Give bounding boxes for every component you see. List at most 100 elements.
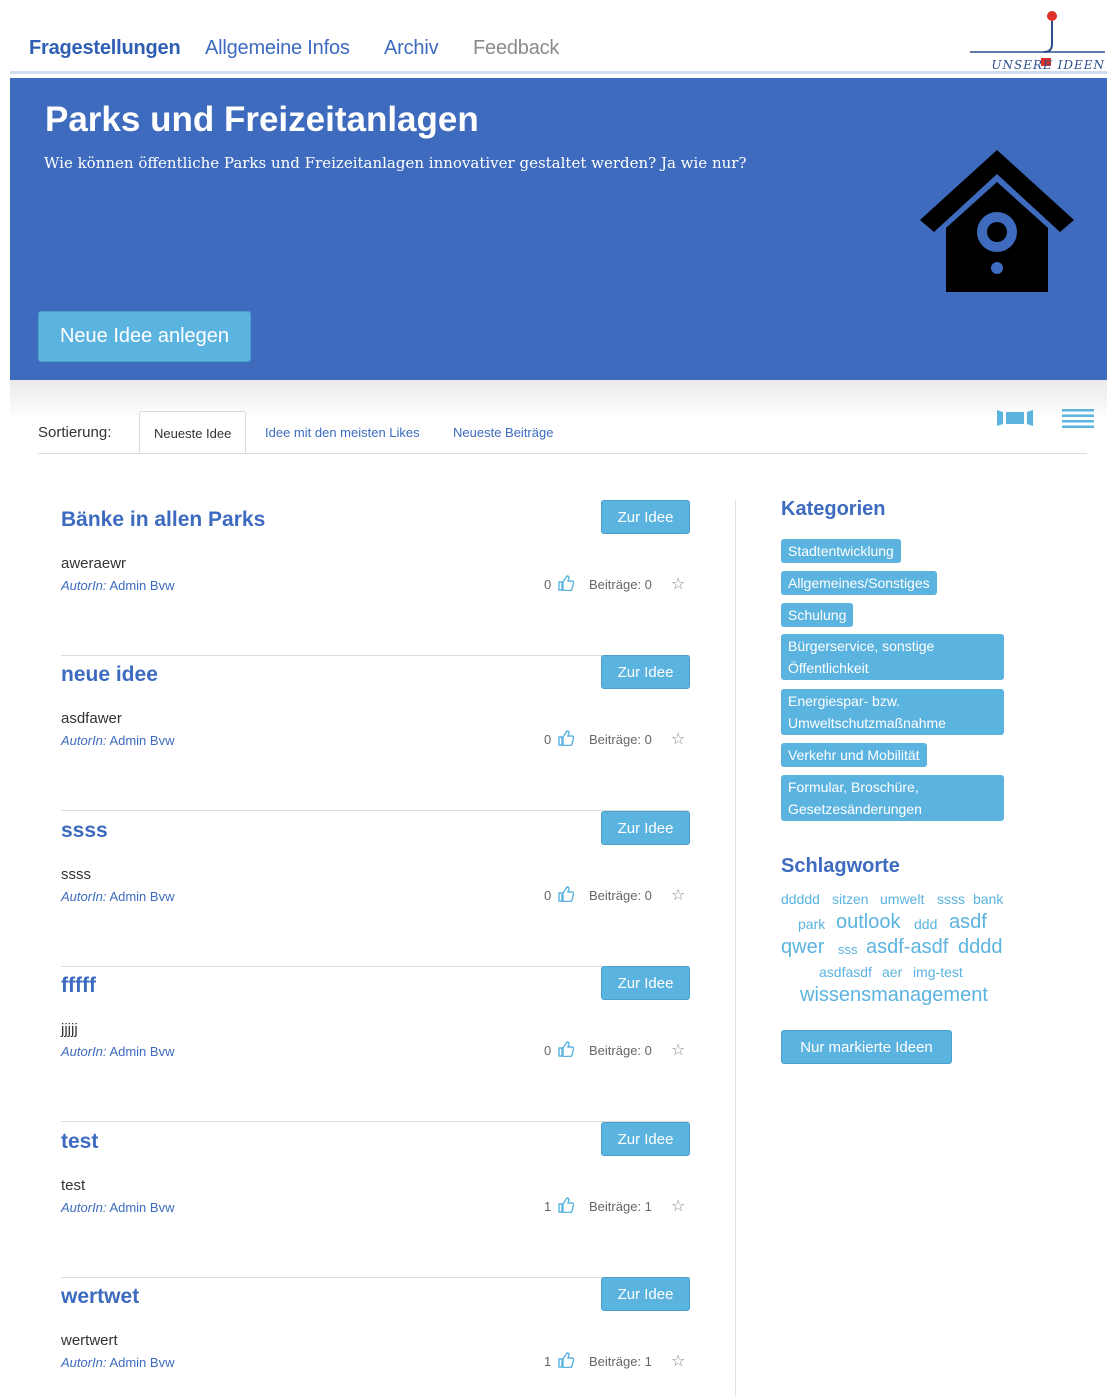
idea-description: aweraewr bbox=[61, 555, 127, 572]
tag-wissensmanagement[interactable]: wissensmanagement bbox=[800, 984, 988, 1007]
idea-description: asdfawer bbox=[61, 710, 122, 727]
nav-allgemeine-infos[interactable]: Allgemeine Infos bbox=[205, 37, 350, 60]
nav-archiv[interactable]: Archiv bbox=[384, 37, 439, 60]
idea-author[interactable]: AutorIn: Admin Bvw bbox=[61, 1355, 174, 1370]
tag-outlook[interactable]: outlook bbox=[836, 911, 901, 934]
thumbs-up-icon[interactable] bbox=[558, 1197, 575, 1214]
idea-title[interactable]: Bänke in allen Parks bbox=[61, 508, 265, 532]
tag-sitzen[interactable]: sitzen bbox=[832, 891, 869, 907]
category-formular[interactable]: Formular, Broschüre, Gesetzesänderungen bbox=[781, 775, 1004, 821]
author-name: Admin Bvw bbox=[109, 889, 175, 904]
site-logo[interactable]: UNSERE IDEEN bbox=[967, 8, 1107, 72]
categories-heading: Kategorien bbox=[781, 498, 886, 520]
idea-card: fffff Zur Idee jjjjj AutorIn: Admin Bvw 0 Bei… bbox=[61, 966, 690, 1122]
idea-title[interactable]: neue idee bbox=[61, 663, 158, 687]
tag-ddddd[interactable]: ddddd bbox=[781, 891, 820, 907]
like-count: 0 bbox=[544, 1043, 552, 1058]
tile-view-icon[interactable] bbox=[996, 408, 1034, 428]
category-allgemeines[interactable]: Allgemeines/Sonstiges bbox=[781, 571, 937, 595]
idea-author[interactable]: AutorIn: Admin Bvw bbox=[61, 1200, 174, 1215]
tag-sss[interactable]: sss bbox=[838, 942, 858, 957]
post-count: Beiträge: 0 bbox=[589, 732, 652, 747]
like-count: 1 bbox=[544, 1199, 552, 1214]
thumbs-up-icon[interactable] bbox=[558, 1041, 575, 1058]
star-icon[interactable]: ☆ bbox=[671, 729, 685, 749]
tag-aer[interactable]: aer bbox=[882, 964, 902, 980]
star-icon[interactable]: ☆ bbox=[671, 885, 685, 905]
page-subtitle: Wie können öffentliche Parks und Freizei… bbox=[44, 154, 747, 172]
idea-title[interactable]: test bbox=[61, 1130, 98, 1154]
tag-dddd[interactable]: dddd bbox=[958, 936, 1003, 959]
zur-idee-button[interactable]: Zur Idee bbox=[601, 966, 690, 1000]
sort-divider bbox=[38, 453, 1087, 454]
sort-tab-newest[interactable]: Neueste Idee bbox=[139, 411, 247, 454]
tag-img-test[interactable]: img-test bbox=[913, 964, 963, 980]
tag-bank[interactable]: bank bbox=[973, 891, 1003, 907]
nav-fragestellungen[interactable]: Fragestellungen bbox=[29, 37, 181, 60]
nav-feedback[interactable]: Feedback bbox=[473, 37, 559, 60]
star-icon[interactable]: ☆ bbox=[671, 1351, 685, 1371]
thumbs-up-icon[interactable] bbox=[558, 730, 575, 747]
tag-umwelt[interactable]: umwelt bbox=[880, 891, 924, 907]
author-prefix: AutorIn: bbox=[61, 733, 107, 748]
star-icon[interactable]: ☆ bbox=[671, 1196, 685, 1216]
thumbs-up-icon[interactable] bbox=[558, 1352, 575, 1369]
idea-author[interactable]: AutorIn: Admin Bvw bbox=[61, 889, 174, 904]
zur-idee-button[interactable]: Zur Idee bbox=[601, 1122, 690, 1156]
thumbs-up-icon[interactable] bbox=[558, 886, 575, 903]
author-name: Admin Bvw bbox=[109, 1355, 175, 1370]
post-count: Beiträge: 0 bbox=[589, 577, 652, 592]
author-name: Admin Bvw bbox=[109, 1200, 175, 1215]
tag-park[interactable]: park bbox=[798, 916, 825, 932]
top-navigation: Fragestellungen Allgemeine Infos Archiv … bbox=[10, 0, 1107, 74]
tag-qwer[interactable]: qwer bbox=[781, 936, 824, 959]
author-prefix: AutorIn: bbox=[61, 1200, 107, 1215]
category-energiespar[interactable]: Energiespar- bzw. Umweltschutzmaßnahme bbox=[781, 689, 1004, 735]
star-icon[interactable]: ☆ bbox=[671, 574, 685, 594]
tag-asdf[interactable]: asdf bbox=[949, 911, 987, 934]
hero-banner: Parks und Freizeitanlagen Wie können öff… bbox=[10, 78, 1107, 380]
like-count: 1 bbox=[544, 1354, 552, 1369]
idea-card: wertwet Zur Idee wertwert AutorIn: Admin Bv… bbox=[61, 1277, 690, 1397]
tag-ddd[interactable]: ddd bbox=[914, 916, 937, 932]
author-prefix: AutorIn: bbox=[61, 1044, 107, 1059]
zur-idee-button[interactable]: Zur Idee bbox=[601, 811, 690, 845]
category-stadtentwicklung[interactable]: Stadtentwicklung bbox=[781, 539, 901, 563]
idea-author[interactable]: AutorIn: Admin Bvw bbox=[61, 578, 174, 593]
tag-asdf-asdf[interactable]: asdf-asdf bbox=[866, 936, 948, 959]
zur-idee-button[interactable]: Zur Idee bbox=[601, 1277, 690, 1311]
zur-idee-button[interactable]: Zur Idee bbox=[601, 655, 690, 689]
star-icon[interactable]: ☆ bbox=[671, 1040, 685, 1060]
idea-title[interactable]: wertwet bbox=[61, 1285, 139, 1309]
thumbs-up-icon[interactable] bbox=[558, 575, 575, 592]
idea-description: ssss bbox=[61, 866, 91, 883]
idea-description: test bbox=[61, 1177, 86, 1194]
idea-card: ssss Zur Idee ssss AutorIn: Admin Bvw 0 Beitr… bbox=[61, 811, 690, 967]
tags-heading: Schlagworte bbox=[781, 855, 900, 877]
sort-tab-newest-posts[interactable]: Neueste Beiträge bbox=[439, 411, 567, 454]
category-buergerservice[interactable]: Bürgerservice, sonstige Öffentlichkeit bbox=[781, 634, 1004, 680]
idea-title[interactable]: fffff bbox=[61, 974, 96, 998]
category-verkehr[interactable]: Verkehr und Mobilität bbox=[781, 743, 927, 767]
post-count: Beiträge: 1 bbox=[589, 1199, 652, 1214]
sort-tab-most-likes[interactable]: Idee mit den meisten Likes bbox=[251, 411, 434, 454]
idea-card: neue idee Zur Idee asdfawer AutorIn: Admin … bbox=[61, 655, 690, 811]
post-count: Beiträge: 0 bbox=[589, 888, 652, 903]
birdhouse-icon bbox=[920, 150, 1074, 292]
idea-author[interactable]: AutorIn: Admin Bvw bbox=[61, 733, 174, 748]
sort-label: Sortierung: bbox=[38, 424, 112, 441]
idea-title[interactable]: ssss bbox=[61, 819, 108, 843]
like-count: 0 bbox=[544, 888, 552, 903]
post-count: Beiträge: 0 bbox=[589, 1043, 652, 1058]
zur-idee-button[interactable]: Zur Idee bbox=[601, 500, 690, 534]
tag-asdfasdf[interactable]: asdfasdf bbox=[819, 964, 872, 980]
new-idea-button[interactable]: Neue Idee anlegen bbox=[38, 311, 251, 362]
idea-description: jjjjj bbox=[61, 1021, 78, 1038]
tag-ssss[interactable]: ssss bbox=[937, 891, 965, 907]
marked-ideas-button[interactable]: Nur markierte Ideen bbox=[781, 1030, 952, 1064]
category-schulung[interactable]: Schulung bbox=[781, 603, 854, 627]
idea-description: wertwert bbox=[61, 1332, 118, 1349]
idea-card: test Zur Idee test AutorIn: Admin Bvw 1 Beitr… bbox=[61, 1122, 690, 1278]
idea-author[interactable]: AutorIn: Admin Bvw bbox=[61, 1044, 174, 1059]
list-view-icon[interactable] bbox=[1062, 408, 1094, 428]
